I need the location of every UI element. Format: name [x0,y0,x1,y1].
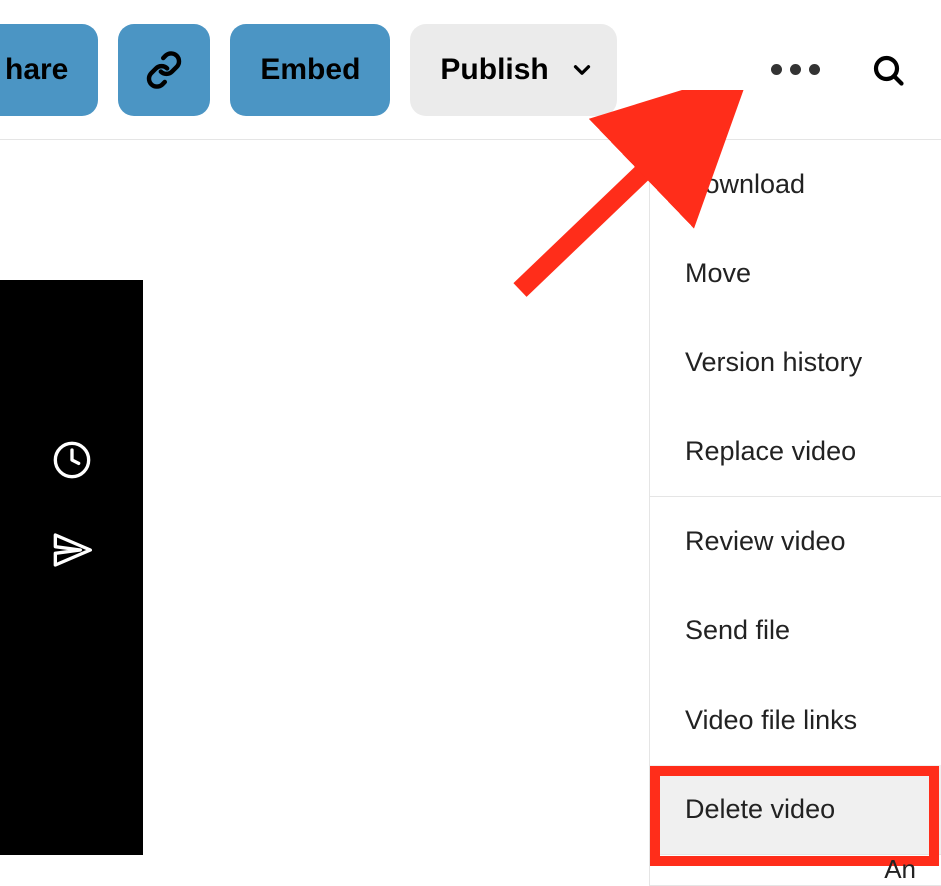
menu-item-delete-video[interactable]: Delete video [650,765,941,854]
menu-item-label: Delete video [685,794,835,824]
clock-icon[interactable] [52,440,92,480]
embed-button[interactable]: Embed [230,24,390,116]
more-options-button[interactable] [771,64,820,75]
menu-item-send-file[interactable]: Send file [650,586,941,675]
video-player-panel [0,280,143,855]
send-icon[interactable] [52,530,92,570]
share-label: hare [5,53,68,87]
menu-item-label: Move [685,258,751,288]
menu-item-label: Download [685,169,805,199]
menu-item-label: Send file [685,615,790,645]
menu-item-review-video[interactable]: Review video [650,497,941,586]
menu-item-move[interactable]: Move [650,229,941,318]
menu-item-replace-video[interactable]: Replace video [650,407,941,496]
more-options-menu: Download Move Version history Replace vi… [649,140,941,886]
embed-label: Embed [260,53,360,87]
menu-item-label: Review video [685,526,846,556]
dot-icon [809,64,820,75]
content-area: Download Move Version history Replace vi… [0,140,941,886]
dot-icon [771,64,782,75]
search-icon [870,52,906,88]
publish-button[interactable]: Publish [410,24,616,116]
menu-item-label: Version history [685,347,862,377]
publish-label: Publish [440,53,548,87]
toolbar-right [771,52,941,88]
menu-item-label: Replace video [685,436,856,466]
menu-item-video-file-links[interactable]: Video file links [650,676,941,765]
menu-item-label: Video file links [685,705,857,735]
partial-footer-text: An [884,854,916,885]
share-button[interactable]: hare [0,24,98,116]
menu-item-version-history[interactable]: Version history [650,318,941,407]
dot-icon [790,64,801,75]
link-button[interactable] [118,24,210,116]
menu-item-download[interactable]: Download [650,140,941,229]
chevron-down-icon [569,57,595,83]
toolbar: hare Embed Publish [0,0,941,140]
link-icon [145,51,183,89]
search-button[interactable] [870,52,906,88]
